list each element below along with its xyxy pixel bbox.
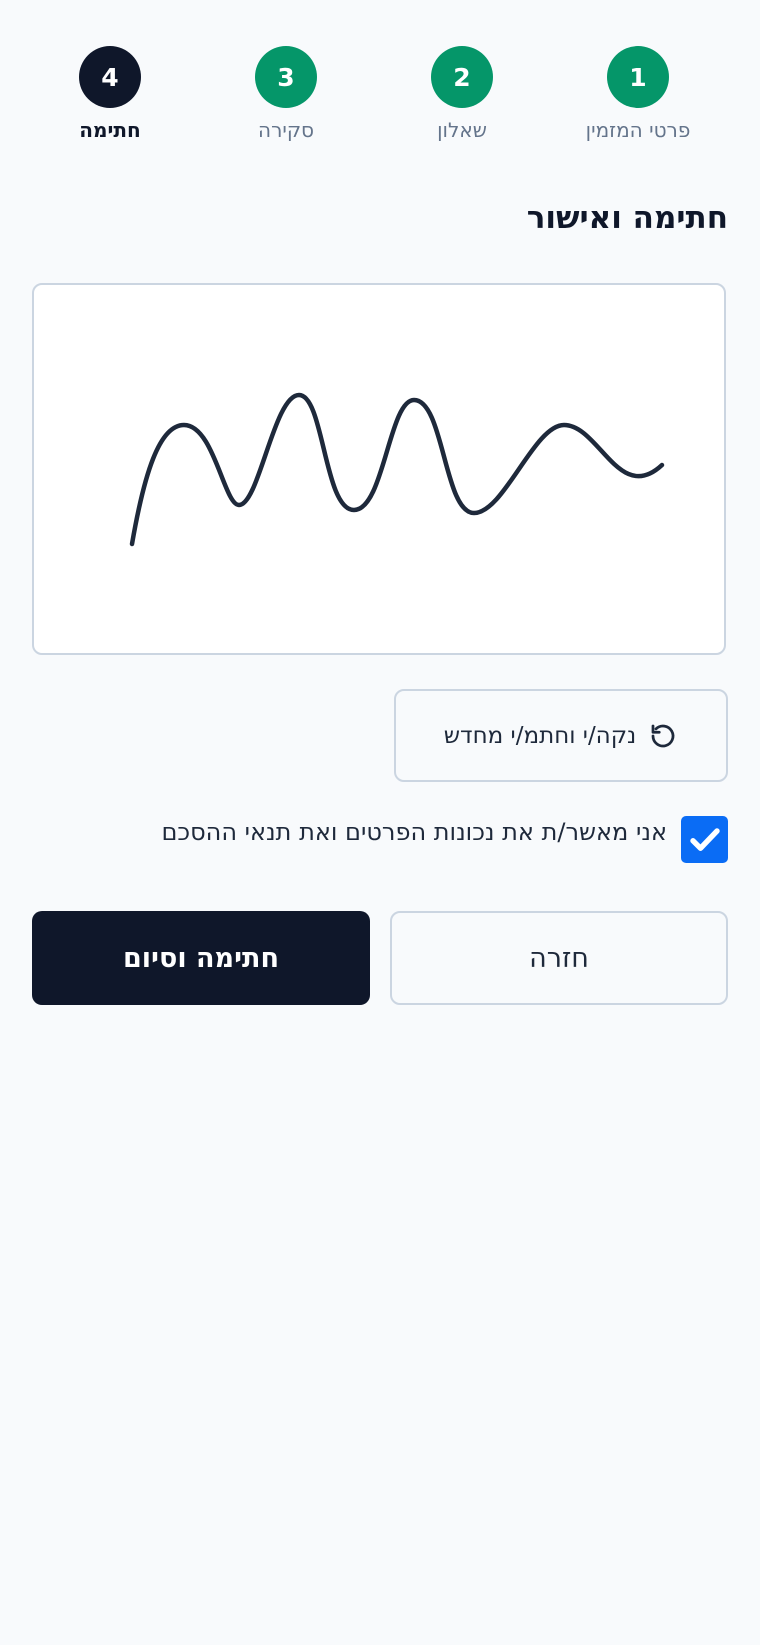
signature-pad[interactable] (32, 283, 726, 655)
step-4-label: חתימה (79, 118, 141, 142)
step-2-circle: 2 (431, 46, 493, 108)
consent-row: אני מאשר/ת את נכונות הפרטים ואת תנאי ההס… (161, 816, 728, 863)
clear-signature-label: נקה/י וחתמ/י מחדש (443, 722, 637, 749)
step-2: 2 שאלון (372, 46, 552, 142)
clear-signature-button[interactable]: נקה/י וחתמ/י מחדש (394, 689, 728, 782)
step-4-circle: 4 (79, 46, 141, 108)
progress-stepper: 1 פרטי המזמין 2 שאלון 3 סקירה 4 חתימה (32, 46, 728, 146)
refresh-icon (648, 721, 678, 751)
sign-and-finish-button[interactable]: חתימה וסיום (32, 911, 370, 1005)
checkmark-icon (689, 827, 720, 851)
step-4: 4 חתימה (20, 46, 200, 142)
page-title: חתימה ואישור (526, 200, 728, 236)
consent-checkbox[interactable] (681, 816, 728, 863)
step-3-circle: 3 (255, 46, 317, 108)
step-3: 3 סקירה (196, 46, 376, 142)
step-2-label: שאלון (437, 118, 487, 142)
consent-label: אני מאשר/ת את נכונות הפרטים ואת תנאי ההס… (161, 818, 667, 846)
step-1-circle: 1 (607, 46, 669, 108)
step-3-label: סקירה (258, 118, 314, 142)
step-1: 1 פרטי המזמין (548, 46, 728, 142)
back-button[interactable]: חזרה (390, 911, 728, 1005)
signature-page: 1 פרטי המזמין 2 שאלון 3 סקירה 4 חתימה חת… (32, 0, 728, 1645)
signature-stroke (129, 392, 665, 547)
step-1-label: פרטי המזמין (585, 118, 691, 142)
